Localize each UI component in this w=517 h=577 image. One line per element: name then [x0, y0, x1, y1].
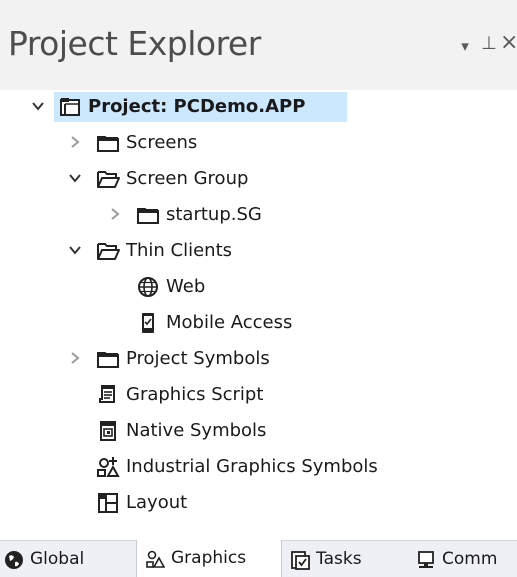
tree-item-label: Graphics Script [126, 384, 264, 405]
tree-item-project-symbols[interactable]: Project Symbols [0, 342, 517, 376]
chevron-down-icon[interactable] [68, 171, 82, 185]
tree-item-label: Native Symbols [126, 420, 267, 441]
chevron-down-icon[interactable] [68, 243, 82, 257]
tree-item-screen-group[interactable]: Screen Group [0, 162, 517, 196]
tree-item-project-root[interactable]: Project: PCDemo.APP [0, 90, 517, 124]
tree-item-graphics-script[interactable]: Graphics Script [0, 378, 517, 412]
project-explorer-panel: Project Explorer ▾ ⊥ × Project: PCDemo.A… [0, 0, 517, 577]
chevron-right-icon[interactable] [68, 351, 82, 365]
tree-item-industrial-graphics-symbols[interactable]: Industrial Graphics Symbols [0, 450, 517, 484]
globe-icon [138, 277, 158, 297]
native-symbol-icon [100, 421, 116, 441]
tab-global[interactable]: Global [0, 541, 132, 577]
folder-icon [97, 136, 119, 152]
tab-comm[interactable]: Comm [412, 541, 517, 577]
globe-icon [5, 551, 23, 569]
tab-label: Tasks [316, 549, 362, 569]
tree-item-web[interactable]: Web [0, 270, 517, 304]
folder-icon [97, 352, 119, 368]
tab-label: Graphics [171, 548, 247, 568]
tree-item-screens[interactable]: Screens [0, 126, 517, 160]
tree-item-layout[interactable]: Layout [0, 486, 517, 520]
industrial-graphics-icon [97, 457, 120, 477]
graphics-icon [146, 550, 165, 568]
mobile-icon [142, 313, 154, 333]
tree-item-startup-sg[interactable]: startup.SG [0, 198, 517, 232]
tree-item-label: Mobile Access [166, 312, 293, 333]
tree-item-label: Screen Group [126, 168, 249, 189]
tree-item-label: Thin Clients [126, 240, 233, 261]
tree-item-label: Layout [126, 492, 188, 513]
chevron-right-icon[interactable] [68, 135, 82, 149]
tab-label: Comm [442, 549, 498, 569]
explorer-tab-bar: Global Graphics Tasks Comm [0, 540, 517, 577]
project-tree: Project: PCDemo.APP Screens Screen Group [0, 90, 517, 540]
open-folder-icon [97, 171, 120, 188]
tree-item-label: Web [166, 276, 206, 297]
tree-item-thin-clients[interactable]: Thin Clients [0, 234, 517, 268]
tree-item-label: Screens [126, 132, 198, 153]
chevron-right-icon[interactable] [108, 207, 122, 221]
comm-icon [418, 551, 434, 568]
tab-graphics[interactable]: Graphics [136, 540, 282, 577]
chevron-down-icon[interactable] [31, 99, 45, 113]
tab-tasks[interactable]: Tasks [286, 541, 386, 577]
panel-title: Project Explorer [8, 24, 261, 63]
tasks-icon [291, 551, 310, 570]
folder-icon [137, 208, 159, 224]
script-icon [99, 385, 115, 403]
tree-item-native-symbols[interactable]: Native Symbols [0, 414, 517, 448]
tree-item-label: Project Symbols [126, 348, 270, 369]
panel-title-bar: Project Explorer ▾ ⊥ × [0, 0, 517, 90]
tree-item-mobile-access[interactable]: Mobile Access [0, 306, 517, 340]
close-panel-button[interactable]: × [500, 30, 517, 56]
layout-icon [98, 493, 118, 513]
project-icon [60, 98, 80, 116]
tree-item-label: Industrial Graphics Symbols [126, 456, 378, 477]
auto-hide-pin-button[interactable]: ⊥ [478, 33, 500, 59]
tree-item-label: Project: PCDemo.APP [88, 96, 306, 117]
tree-item-label: startup.SG [166, 204, 262, 225]
open-folder-icon [97, 243, 120, 260]
window-position-dropdown-button[interactable]: ▾ [454, 37, 476, 63]
tab-label: Global [30, 549, 85, 569]
